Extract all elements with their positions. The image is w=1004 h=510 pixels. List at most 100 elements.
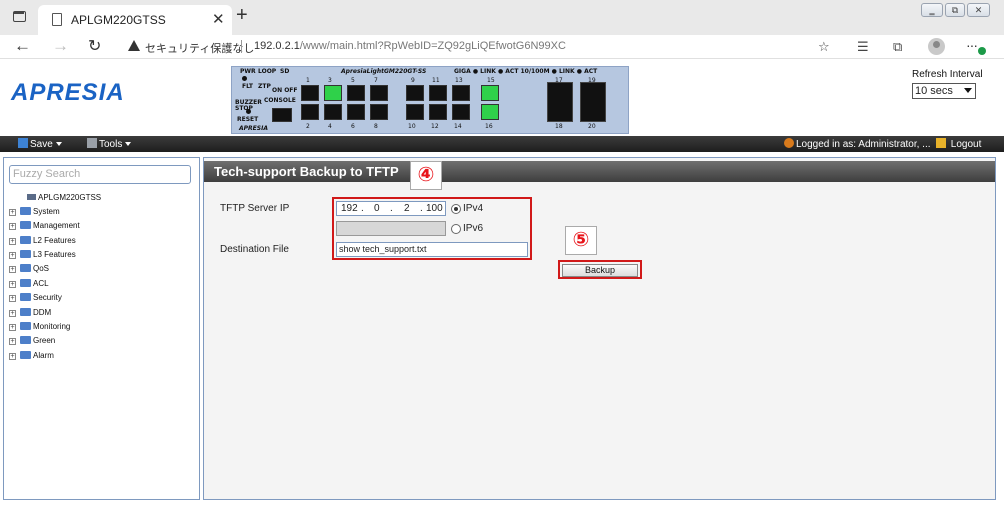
- minimize-icon[interactable]: ‗: [921, 3, 943, 17]
- new-tab-icon[interactable]: +: [236, 4, 248, 27]
- tree-root-device[interactable]: APLGM220GTSS: [27, 193, 101, 202]
- reload-icon[interactable]: ↻: [88, 36, 101, 56]
- tree-item-l2-features[interactable]: + L2 Features: [9, 236, 76, 248]
- port-15[interactable]: [481, 85, 499, 101]
- port-3[interactable]: [324, 85, 342, 101]
- tree-item-system[interactable]: + System: [9, 207, 60, 219]
- warning-icon[interactable]: [128, 40, 140, 51]
- url-field[interactable]: 192.0.2.1/www/main.html?RpWebID=ZQ92gLiQ…: [254, 40, 566, 52]
- port-num-14: 14: [454, 123, 462, 130]
- port-1[interactable]: [301, 85, 319, 101]
- tree-item-management[interactable]: + Management: [9, 221, 80, 233]
- folder-icon: [20, 351, 31, 359]
- sfp-port-19-20[interactable]: [580, 82, 606, 122]
- led-legend: GIGA ● LINK ● ACT 10/100M ● LINK ● ACT: [454, 68, 598, 75]
- port-6[interactable]: [347, 104, 365, 120]
- expand-icon[interactable]: +: [9, 324, 16, 331]
- tree-item-monitoring[interactable]: + Monitoring: [9, 322, 70, 334]
- port-5[interactable]: [347, 85, 365, 101]
- expand-icon[interactable]: +: [9, 338, 16, 345]
- save-menu[interactable]: Save: [18, 138, 62, 150]
- expand-icon[interactable]: +: [9, 353, 16, 360]
- console-label: CONSOLE: [264, 97, 296, 104]
- security-label[interactable]: セキュリティ保護なし: [145, 40, 254, 56]
- port-num-11: 11: [432, 77, 440, 84]
- tree-item-acl[interactable]: + ACL: [9, 279, 49, 291]
- forward-icon[interactable]: →: [52, 36, 69, 56]
- port-14[interactable]: [452, 104, 470, 120]
- folder-icon: [20, 250, 31, 258]
- logged-in-status: Logged in as: Administrator, ...: [784, 138, 931, 150]
- switch-front-panel: PWR LOOP SD FLT ZTP ON OFF BUZZER STOP C…: [231, 66, 629, 134]
- port-2[interactable]: [301, 104, 319, 120]
- logged-in-label: Logged in as: Administrator, ...: [796, 139, 931, 150]
- tree-item-label: QoS: [33, 264, 50, 273]
- expand-icon[interactable]: +: [9, 295, 16, 302]
- tree-item-green[interactable]: + Green: [9, 336, 55, 348]
- port-13[interactable]: [452, 85, 470, 101]
- tree-item-l3-features[interactable]: + L3 Features: [9, 250, 76, 262]
- port-8[interactable]: [370, 104, 388, 120]
- port-16[interactable]: [481, 104, 499, 120]
- expand-icon[interactable]: +: [9, 252, 16, 259]
- port-9[interactable]: [406, 85, 424, 101]
- tools-menu[interactable]: Tools: [87, 138, 132, 150]
- panel-brand-label: APRESIA: [239, 125, 268, 132]
- favorites-icon[interactable]: ☰: [857, 39, 869, 55]
- logout-label: Logout: [950, 139, 982, 150]
- refresh-interval-select[interactable]: 10 secs: [912, 83, 976, 99]
- tree-item-qos[interactable]: + QoS: [9, 264, 49, 276]
- buzzer-led: [246, 109, 251, 114]
- collections-icon[interactable]: ⧉: [893, 39, 902, 55]
- tab-actions-icon[interactable]: [13, 11, 26, 22]
- tree-item-ddm[interactable]: + DDM: [9, 308, 51, 320]
- expand-icon[interactable]: +: [9, 266, 16, 273]
- address-bar: ← → ↻ セキュリティ保護なし 192.0.2.1/www/main.html…: [0, 35, 1004, 59]
- port-10[interactable]: [406, 104, 424, 120]
- main-content-pane: Tech-support Backup to TFTP TFTP Server …: [203, 157, 996, 500]
- url-host: 192.0.2.1: [254, 40, 300, 52]
- address-separator: [241, 40, 242, 53]
- restore-icon[interactable]: ⧉: [945, 3, 965, 17]
- more-icon[interactable]: ···: [966, 37, 978, 53]
- callout-step-5: ⑤: [565, 226, 597, 255]
- port-12[interactable]: [429, 104, 447, 120]
- tree-item-label: Alarm: [33, 351, 54, 360]
- favorite-add-icon[interactable]: ☆: [818, 39, 830, 55]
- tree-item-label: Green: [33, 336, 56, 345]
- folder-icon: [20, 308, 31, 316]
- expand-icon[interactable]: +: [9, 238, 16, 245]
- device-icon: [27, 194, 36, 200]
- back-icon[interactable]: ←: [14, 36, 31, 56]
- port-num-10: 10: [408, 123, 416, 130]
- tab-title: APLGM220GTSS: [71, 13, 166, 27]
- port-4[interactable]: [324, 104, 342, 120]
- sfp-port-17-18[interactable]: [547, 82, 573, 122]
- port-num-5: 5: [351, 77, 355, 84]
- port-num-13: 13: [455, 77, 463, 84]
- tab-close-icon[interactable]: ✕: [212, 10, 225, 28]
- profile-icon[interactable]: [928, 38, 945, 55]
- tree-item-label: DDM: [33, 308, 52, 317]
- port-num-6: 6: [351, 123, 355, 130]
- browser-tab-strip: APLGM220GTSS ✕ + ‗ ⧉ ✕: [0, 0, 1004, 35]
- expand-icon[interactable]: +: [9, 310, 16, 317]
- close-window-icon[interactable]: ✕: [967, 3, 990, 17]
- expand-icon[interactable]: +: [9, 223, 16, 230]
- tree-item-alarm[interactable]: + Alarm: [9, 351, 54, 363]
- backup-button[interactable]: Backup: [562, 264, 638, 277]
- tree-item-label: Management: [33, 221, 80, 230]
- expand-icon[interactable]: +: [9, 209, 16, 216]
- fuzzy-search-input[interactable]: Fuzzy Search: [9, 165, 191, 184]
- port-11[interactable]: [429, 85, 447, 101]
- tools-menu-label: Tools: [99, 139, 123, 150]
- pwr-led: [242, 76, 247, 81]
- onoff-label: ON OFF: [272, 87, 298, 94]
- sd-label: SD: [280, 68, 290, 75]
- expand-icon[interactable]: +: [9, 281, 16, 288]
- logout-icon: [936, 138, 946, 148]
- tree-item-security[interactable]: + Security: [9, 293, 62, 305]
- port-7[interactable]: [370, 85, 388, 101]
- logout-link[interactable]: Logout: [936, 138, 981, 150]
- browser-tab[interactable]: APLGM220GTSS ✕: [38, 5, 232, 35]
